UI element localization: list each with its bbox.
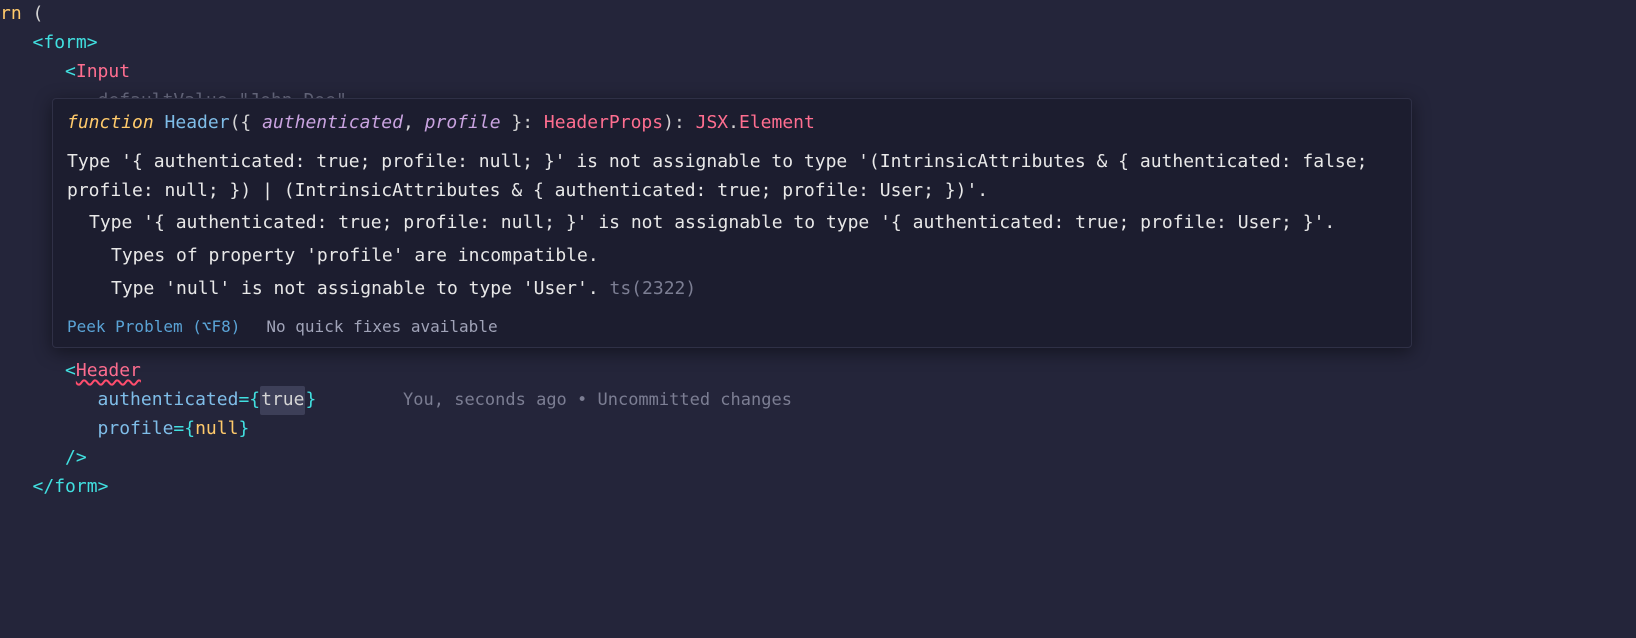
hover-signature: function Header({ authenticated, profile…	[67, 109, 1397, 138]
error-message-line: Types of property 'profile' are incompat…	[67, 242, 1397, 271]
keyword-token: rn	[0, 0, 22, 29]
error-message-line: Type 'null' is not assignable to type 'U…	[67, 275, 1397, 304]
bracket-token: </	[33, 473, 55, 502]
bracket-token: >	[98, 473, 109, 502]
tag-token: Input	[76, 58, 130, 87]
op-token: =	[173, 415, 184, 444]
peek-problem-link[interactable]: Peek Problem (⌥F8)	[67, 314, 240, 340]
bracket-token: <	[65, 357, 76, 386]
null-token: null	[195, 415, 238, 444]
bracket-token: <	[33, 29, 44, 58]
punct-token: (	[22, 0, 44, 29]
tag-token: form	[54, 473, 97, 502]
code-line[interactable]: />	[0, 444, 1636, 473]
no-quick-fixes-label: No quick fixes available	[266, 314, 497, 340]
code-line[interactable]: authenticated={true} You, seconds ago • …	[0, 386, 1636, 415]
bool-token: true	[261, 389, 304, 410]
bracket-token: <	[65, 58, 76, 87]
op-token: =	[238, 386, 249, 415]
tag-token: form	[43, 29, 86, 58]
hover-error-widget[interactable]: function Header({ authenticated, profile…	[52, 98, 1412, 348]
code-line[interactable]: <Input	[0, 58, 1636, 87]
code-line[interactable]: profile={null}	[0, 415, 1636, 444]
hover-footer: Peek Problem (⌥F8) No quick fixes availa…	[67, 314, 1397, 340]
attr-token: profile	[98, 415, 174, 444]
bracket-token: >	[87, 29, 98, 58]
git-blame-annotation: You, seconds ago • Uncommitted changes	[403, 387, 792, 414]
code-line[interactable]: rn (	[0, 0, 1636, 29]
code-line[interactable]: <form>	[0, 29, 1636, 58]
code-line[interactable]: </form>	[0, 473, 1636, 502]
error-code: ts(2322)	[599, 278, 697, 299]
code-line[interactable]: <Header	[0, 357, 1636, 386]
error-message-line: Type '{ authenticated: true; profile: nu…	[67, 209, 1397, 238]
bracket-token: />	[65, 444, 87, 473]
tag-error-token[interactable]: Header	[76, 357, 141, 386]
attr-token: authenticated	[98, 386, 239, 415]
error-message-line: Type '{ authenticated: true; profile: nu…	[67, 148, 1397, 206]
